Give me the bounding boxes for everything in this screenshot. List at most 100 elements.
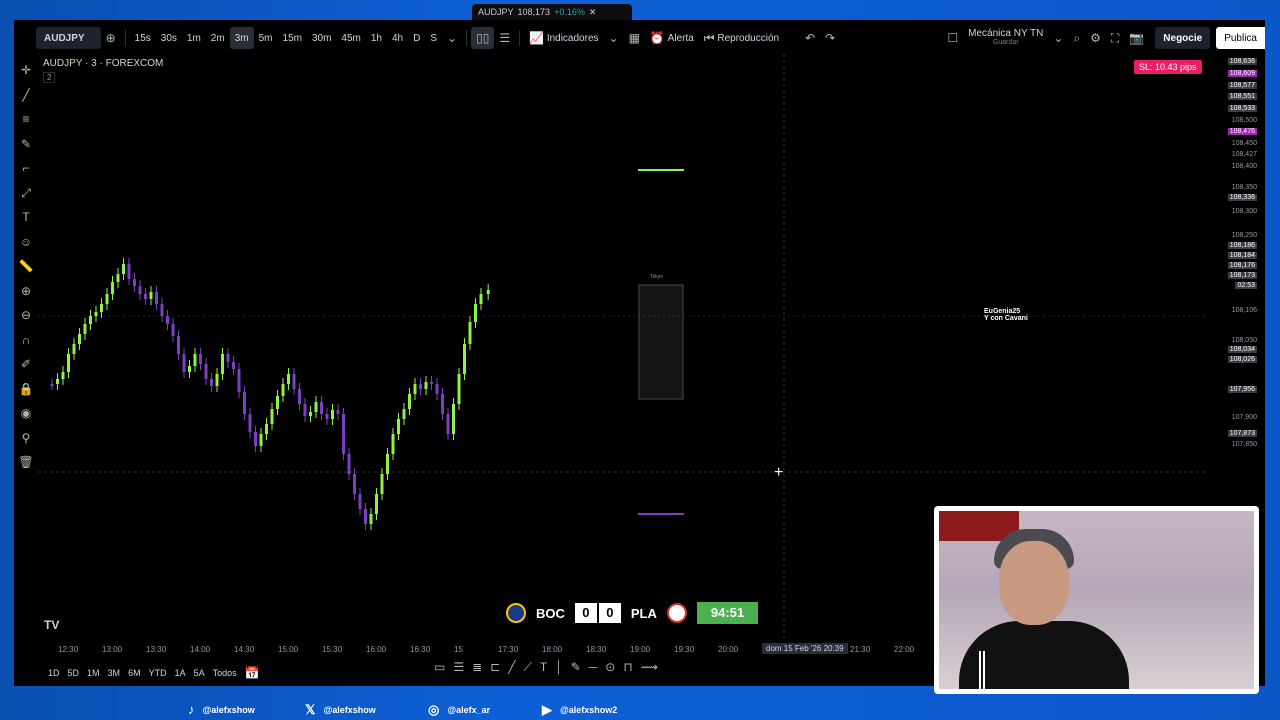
tradingview-logo[interactable]: TV: [44, 618, 59, 632]
trash-icon[interactable]: 🗑: [14, 450, 38, 475]
vline-icon[interactable]: │: [555, 660, 563, 675]
time-label: 13:30: [146, 645, 167, 654]
interval-15m[interactable]: 15m: [278, 27, 307, 49]
calendar-icon[interactable]: 📅: [241, 666, 264, 680]
interval-15s[interactable]: 15s: [130, 27, 156, 49]
publish-button[interactable]: Publica: [1216, 27, 1265, 49]
social-item: ◎ @alefx_ar: [428, 702, 490, 718]
line-icon[interactable]: ╱: [508, 660, 515, 675]
range-1D[interactable]: 1D: [44, 668, 64, 678]
chart-subtitle[interactable]: 2: [43, 72, 56, 83]
fullscreen-icon[interactable]: ⛶: [1106, 27, 1124, 49]
interval-S[interactable]: S: [425, 27, 442, 49]
time-label: 21:30: [850, 645, 871, 654]
chart-type-icon[interactable]: ☰: [494, 27, 515, 49]
candle-body: [424, 382, 428, 389]
templates-icon[interactable]: ▦: [624, 27, 645, 49]
range-group: 1D 5D 1M 3M 6M YTD 1A 5A Todos: [44, 668, 241, 678]
range-1A[interactable]: 1A: [171, 668, 190, 678]
close-icon[interactable]: ✕: [589, 7, 597, 18]
text-icon[interactable]: T: [14, 205, 38, 230]
lock-icon[interactable]: 🔒: [14, 377, 38, 402]
interval-1h[interactable]: 1h: [366, 27, 387, 49]
zoom-out-icon[interactable]: ⊖: [14, 303, 38, 328]
price-label: 108,427: [1231, 151, 1257, 158]
chevron-down-icon[interactable]: ⌄: [1048, 27, 1068, 49]
crosshair-icon[interactable]: ✛: [14, 58, 38, 83]
candle-body: [265, 424, 268, 434]
emoji-icon[interactable]: ☺: [14, 230, 38, 255]
range-5D[interactable]: 5D: [64, 668, 84, 678]
eye-icon[interactable]: ◉: [14, 401, 38, 426]
session-box[interactable]: [638, 284, 684, 400]
candle-body: [468, 322, 472, 344]
candle-body: [56, 379, 59, 384]
browser-tab[interactable]: AUDJPY 108,173 +0.16% ✕: [472, 4, 632, 20]
range-Todos[interactable]: Todos: [209, 668, 241, 678]
alert-button[interactable]: ⏰ Alerta: [645, 27, 699, 49]
layout-name-button[interactable]: Mecánica NY TN Guardar: [963, 27, 1048, 49]
indicators-label: Indicadores: [546, 32, 599, 44]
trade-button[interactable]: Negocie: [1155, 27, 1211, 49]
trendline-icon[interactable]: ╱: [14, 83, 38, 108]
time-label: 14:00: [190, 645, 211, 654]
chart-title[interactable]: AUDJPY · 3 · FOREXCOM: [43, 58, 163, 69]
text-icon[interactable]: T: [540, 660, 547, 675]
candle-body: [375, 494, 378, 514]
interval-2m[interactable]: 2m: [206, 27, 230, 49]
brush-icon[interactable]: ✎: [14, 132, 38, 157]
time-label: 12:30: [58, 645, 79, 654]
forecast-icon[interactable]: ⤢: [14, 181, 38, 206]
replay-button[interactable]: ⏮ Reproducción: [699, 27, 784, 49]
candles-icon[interactable]: ▯▯: [471, 27, 495, 49]
range-6M[interactable]: 6M: [124, 668, 145, 678]
brush-icon[interactable]: ✎: [571, 660, 581, 675]
interval-4h[interactable]: 4h: [387, 27, 408, 49]
range-5A[interactable]: 5A: [190, 668, 209, 678]
redo-icon[interactable]: ↷: [820, 27, 840, 49]
rect-icon[interactable]: ▭: [434, 660, 445, 675]
magnet-icon[interactable]: ∩: [14, 328, 38, 353]
long-position-icon[interactable]: ⊓: [623, 660, 632, 675]
interval-3m[interactable]: 3m: [229, 27, 254, 49]
interval-30s[interactable]: 30s: [156, 27, 182, 49]
indicators-button[interactable]: 📈 Indicadores: [524, 27, 603, 49]
price-label: 107,850: [1231, 441, 1257, 448]
hline-icon[interactable]: ─: [589, 660, 598, 675]
candle-body: [177, 336, 180, 354]
layout-name: Mecánica NY TN: [968, 28, 1044, 39]
interval-30m[interactable]: 30m: [307, 27, 336, 49]
candle-body: [342, 414, 345, 454]
candle-body: [331, 410, 334, 419]
interval-D[interactable]: D: [408, 27, 425, 49]
fib-icon[interactable]: ☰: [453, 660, 464, 675]
chevron-down-icon[interactable]: ⌄: [604, 27, 624, 49]
compare-icon[interactable]: ⊕: [101, 27, 121, 49]
pencil-lock-icon[interactable]: ✐: [14, 352, 38, 377]
fib-icon[interactable]: ≡: [14, 107, 38, 132]
camera-icon[interactable]: 📷: [1124, 27, 1149, 49]
ruler-icon[interactable]: ⊏: [490, 660, 500, 675]
pattern-icon[interactable]: ⌐: [14, 156, 38, 181]
range-3M[interactable]: 3M: [104, 668, 125, 678]
browser-tab-change: +0.16%: [554, 7, 585, 17]
layout-checkbox-icon[interactable]: ☐: [942, 27, 963, 49]
path-icon[interactable]: ⟿: [641, 660, 658, 675]
channel-icon[interactable]: ≣: [472, 660, 482, 675]
candle-body: [149, 292, 153, 299]
range-1M[interactable]: 1M: [83, 668, 104, 678]
range-YTD[interactable]: YTD: [145, 668, 171, 678]
interval-5m[interactable]: 5m: [254, 27, 278, 49]
interval-1m[interactable]: 1m: [182, 27, 206, 49]
chevron-down-icon[interactable]: ⌄: [442, 27, 462, 49]
zoom-in-icon[interactable]: ⊕: [14, 279, 38, 304]
search-icon[interactable]: ⌕: [1068, 27, 1085, 49]
link-icon[interactable]: ⚲: [14, 426, 38, 451]
ray-icon[interactable]: ⟋: [523, 660, 531, 675]
target-icon[interactable]: ⊙: [605, 660, 615, 675]
ruler-icon[interactable]: 📏: [14, 254, 38, 279]
interval-45m[interactable]: 45m: [336, 27, 365, 49]
settings-icon[interactable]: ⚙: [1085, 27, 1106, 49]
undo-icon[interactable]: ↶: [800, 27, 820, 49]
symbol-search-button[interactable]: AUDJPY: [36, 27, 101, 49]
